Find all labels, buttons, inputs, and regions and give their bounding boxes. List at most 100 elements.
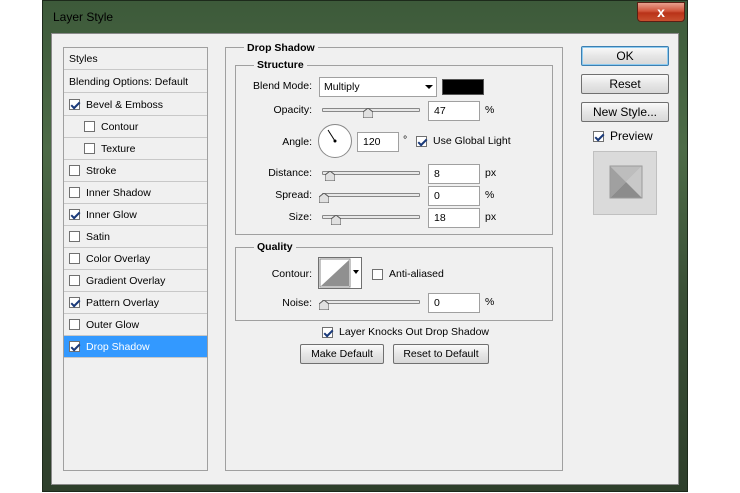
structure-title: Structure <box>254 59 307 71</box>
spread-input[interactable]: 0 <box>428 186 480 206</box>
chevron-down-icon <box>425 85 433 89</box>
contour-picker[interactable] <box>318 257 362 289</box>
style-item-label: Texture <box>101 142 136 155</box>
noise-input[interactable]: 0 <box>428 293 480 313</box>
style-item-outer-glow[interactable]: Outer Glow <box>64 314 207 336</box>
anti-aliased-row[interactable]: Anti-aliased <box>372 268 444 280</box>
outer-glow-checkbox[interactable] <box>69 319 80 330</box>
style-item-label: Drop Shadow <box>86 340 150 353</box>
style-item-label: Stroke <box>86 164 117 177</box>
knocks-out-label: Layer Knocks Out Drop Shadow <box>339 326 489 338</box>
size-label: Size: <box>288 211 312 223</box>
gradient-overlay-checkbox[interactable] <box>69 275 80 286</box>
drop-shadow-group-title: Drop Shadow <box>244 42 318 54</box>
spread-slider-track[interactable] <box>322 193 420 197</box>
styles-list: Styles Blending Options: Default Bevel &… <box>63 47 208 471</box>
use-global-light-row[interactable]: Use Global Light <box>416 135 511 147</box>
style-item-label: Gradient Overlay <box>86 274 166 287</box>
title-bar[interactable]: Layer Style x <box>43 1 687 33</box>
style-item-label: Pattern Overlay <box>86 296 159 309</box>
contour-label: Contour: <box>271 268 312 280</box>
quality-title: Quality <box>254 241 296 253</box>
layer-style-window: Layer Style x Styles Blending Options: D… <box>42 0 688 492</box>
style-item-color-overlay[interactable]: Color Overlay <box>64 248 207 270</box>
size-input[interactable]: 18 <box>428 208 480 228</box>
style-item-label: Satin <box>86 230 110 243</box>
distance-label: Distance: <box>268 167 312 179</box>
size-slider-thumb[interactable] <box>331 215 341 225</box>
style-item-contour[interactable]: Contour <box>64 116 207 138</box>
style-item-satin[interactable]: Satin <box>64 226 207 248</box>
styles-header[interactable]: Styles <box>64 48 207 70</box>
quality-group <box>235 247 553 321</box>
preview-checkbox[interactable] <box>593 130 604 142</box>
style-item-stroke[interactable]: Stroke <box>64 160 207 182</box>
style-item-pattern-overlay[interactable]: Pattern Overlay <box>64 292 207 314</box>
inner-shadow-checkbox[interactable] <box>69 187 80 198</box>
distance-unit: px <box>485 167 497 179</box>
style-item-label: Bevel & Emboss <box>86 98 164 111</box>
opacity-label: Opacity: <box>273 104 312 116</box>
spread-unit: % <box>485 189 495 201</box>
opacity-input[interactable]: 47 <box>428 101 480 121</box>
angle-input[interactable]: 120 <box>357 132 399 152</box>
styles-header-label: Styles <box>69 52 98 65</box>
angle-unit: ° <box>403 134 408 146</box>
angle-label: Angle: <box>282 136 312 148</box>
shadow-color-swatch[interactable] <box>442 79 484 95</box>
make-default-button[interactable]: Make Default <box>300 344 384 364</box>
texture-checkbox[interactable] <box>84 143 95 154</box>
spread-slider-thumb[interactable] <box>319 193 329 203</box>
angle-dial[interactable] <box>318 124 352 158</box>
style-item-bevel-emboss[interactable]: Bevel & Emboss <box>64 94 207 116</box>
dialog-body: Styles Blending Options: Default Bevel &… <box>51 33 679 485</box>
stroke-checkbox[interactable] <box>69 165 80 176</box>
pattern-overlay-checkbox[interactable] <box>69 297 80 308</box>
noise-slider-thumb[interactable] <box>319 300 329 310</box>
knocks-out-row[interactable]: Layer Knocks Out Drop Shadow <box>322 326 489 338</box>
noise-unit: % <box>485 296 495 308</box>
distance-slider-thumb[interactable] <box>325 171 335 181</box>
style-item-label: Inner Glow <box>86 208 137 221</box>
use-global-light-checkbox[interactable] <box>416 135 427 147</box>
color-overlay-checkbox[interactable] <box>69 253 80 264</box>
style-item-texture[interactable]: Texture <box>64 138 207 160</box>
style-item-inner-shadow[interactable]: Inner Shadow <box>64 182 207 204</box>
window-title: Layer Style <box>53 10 114 24</box>
ok-button[interactable]: OK <box>581 46 669 66</box>
close-button[interactable]: x <box>637 2 685 22</box>
blending-options-label: Blending Options: Default <box>69 75 189 88</box>
opacity-unit: % <box>485 104 495 116</box>
inner-glow-checkbox[interactable] <box>69 209 80 220</box>
new-style-button[interactable]: New Style... <box>581 102 669 122</box>
style-item-inner-glow[interactable]: Inner Glow <box>64 204 207 226</box>
reset-to-default-button[interactable]: Reset to Default <box>393 344 489 364</box>
reset-button[interactable]: Reset <box>581 74 669 94</box>
use-global-light-label: Use Global Light <box>433 135 511 147</box>
knocks-out-checkbox[interactable] <box>322 326 333 338</box>
close-icon: x <box>657 4 665 20</box>
blending-options-item[interactable]: Blending Options: Default <box>64 71 207 93</box>
style-item-label: Color Overlay <box>86 252 151 265</box>
anti-aliased-checkbox[interactable] <box>372 268 383 280</box>
opacity-slider-thumb[interactable] <box>363 108 373 118</box>
drop-shadow-panel: Drop Shadow Structure Blend Mode: Multip… <box>225 42 563 471</box>
drop-shadow-checkbox[interactable] <box>69 341 80 352</box>
style-item-label: Contour <box>101 120 139 133</box>
contour-checkbox[interactable] <box>84 121 95 132</box>
distance-input[interactable]: 8 <box>428 164 480 184</box>
satin-checkbox[interactable] <box>69 231 80 242</box>
size-unit: px <box>485 211 497 223</box>
noise-label: Noise: <box>282 297 312 309</box>
style-item-gradient-overlay[interactable]: Gradient Overlay <box>64 270 207 292</box>
noise-slider-track[interactable] <box>322 300 420 304</box>
blend-mode-select[interactable]: Multiply <box>319 77 437 97</box>
distance-slider-track[interactable] <box>322 171 420 175</box>
blend-mode-label: Blend Mode: <box>253 80 312 92</box>
bevel-emboss-checkbox[interactable] <box>69 99 80 110</box>
style-item-drop-shadow[interactable]: Drop Shadow <box>64 336 207 358</box>
preview-label: Preview <box>610 129 653 143</box>
style-item-label: Inner Shadow <box>86 186 151 199</box>
anti-aliased-label: Anti-aliased <box>389 268 444 280</box>
preview-row[interactable]: Preview <box>593 129 653 143</box>
